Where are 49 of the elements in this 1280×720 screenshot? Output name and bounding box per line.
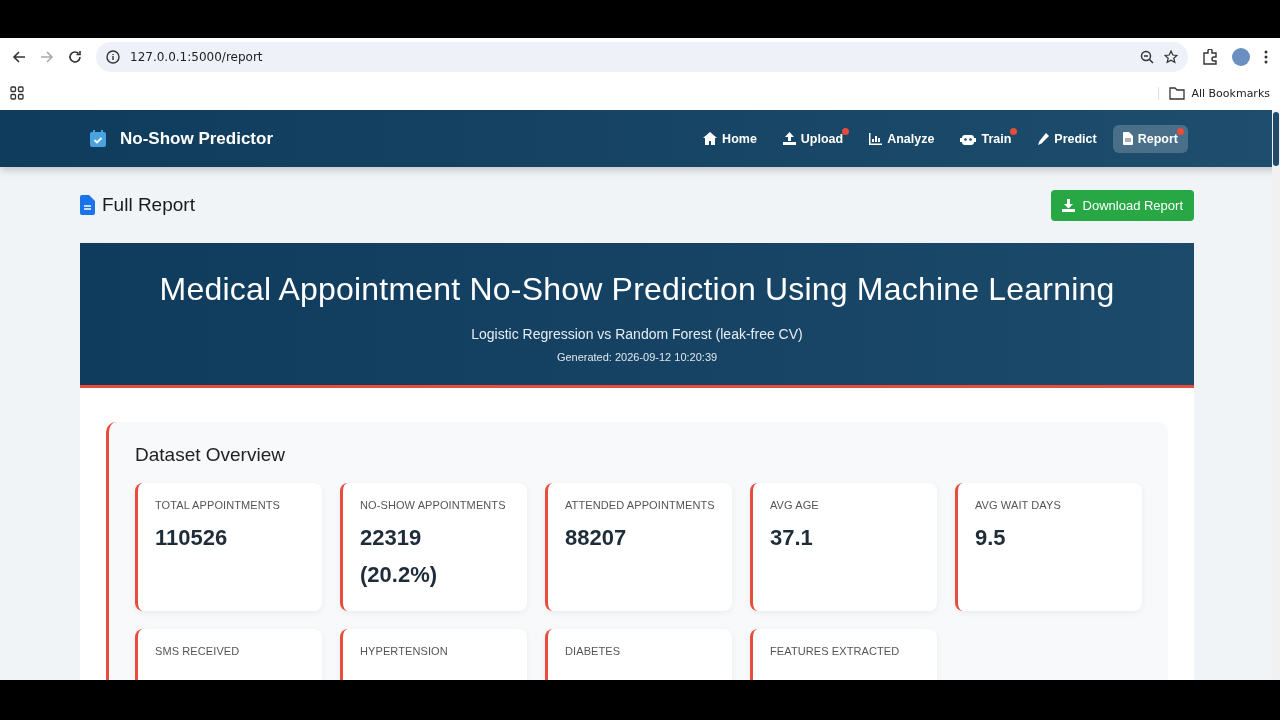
more-icon[interactable] <box>1264 50 1268 64</box>
calendar-icon <box>90 130 106 147</box>
stat-label: AVG AGE <box>770 499 820 511</box>
stat-value: 88207 <box>565 524 628 552</box>
stat-label: TOTAL APPOINTMENTS <box>155 499 282 511</box>
stat-label: HYPERTENSION <box>360 645 449 657</box>
generated-timestamp: Generated: 2026-09-12 10:20:39 <box>555 351 719 363</box>
nav-link[interactable]: Analyze <box>859 124 945 153</box>
download-icon <box>1061 198 1075 212</box>
document-icon <box>1122 132 1133 145</box>
nav-link[interactable]: Train <box>950 124 1022 153</box>
brand-name[interactable]: No-Show Predictor <box>120 128 273 149</box>
stat-label: NO-SHOW APPOINTMENTS <box>360 499 507 511</box>
puzzle-icon[interactable] <box>1202 49 1218 65</box>
nav-link[interactable]: Report <box>1112 124 1188 153</box>
document-icon <box>80 195 95 215</box>
info-icon[interactable] <box>106 50 120 64</box>
home-icon <box>703 132 718 145</box>
stat-label: FEATURES EXTRACTED <box>770 645 901 657</box>
star-icon[interactable] <box>1164 50 1178 64</box>
upload-icon <box>782 132 796 145</box>
stat-value: 9.5 <box>975 524 1007 552</box>
stat-value: 37.1 <box>770 524 814 552</box>
stat-label: AVG WAIT DAYS <box>975 499 1062 511</box>
avatar-icon[interactable] <box>1232 48 1250 66</box>
stat-value: 22319 (20.2%) <box>360 524 439 589</box>
bookmarks-link[interactable]: All Bookmarks <box>1191 86 1270 100</box>
stat-label: SMS RECEIVED <box>155 645 241 657</box>
stat-label: DIABETES <box>565 645 622 657</box>
address-bar[interactable]: 127.0.0.1:5000/report <box>96 42 1188 72</box>
scrollbar[interactable] <box>1272 110 1280 680</box>
nav-link[interactable]: Home <box>693 124 767 153</box>
reload-icon[interactable] <box>68 50 82 64</box>
report-title: Medical Appointment No-Show Prediction Using Machine Learning <box>158 271 1116 308</box>
page-title: Full Report <box>102 194 195 216</box>
stat-value: 110526 <box>155 524 229 552</box>
folder-icon <box>1169 86 1186 100</box>
pencil-icon <box>1037 132 1050 145</box>
nav-link[interactable]: Upload <box>772 124 854 153</box>
apps-icon[interactable] <box>10 86 24 100</box>
stat-label: ATTENDED APPOINTMENTS <box>565 499 716 511</box>
zoom-icon[interactable] <box>1140 50 1154 64</box>
back-icon[interactable] <box>12 50 26 64</box>
chart-icon <box>869 132 883 145</box>
nav-link[interactable]: Predict <box>1027 124 1107 153</box>
report-subtitle: Logistic Regression vs Random Forest (leak-free CV) <box>470 326 804 342</box>
section-heading: Dataset Overview <box>135 444 286 466</box>
url-text: 127.0.0.1:5000/report <box>130 50 264 64</box>
robot-icon <box>960 132 977 145</box>
